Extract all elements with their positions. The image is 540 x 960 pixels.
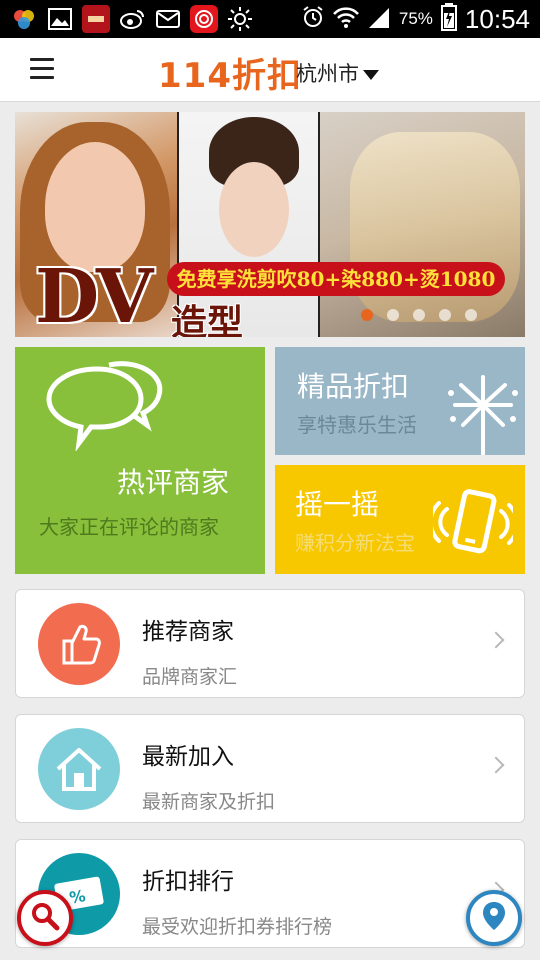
list-item-title: 折扣排行 <box>142 869 234 895</box>
menu-button[interactable] <box>30 58 70 84</box>
app-icon <box>10 5 38 33</box>
pagination-dot[interactable] <box>387 309 399 321</box>
pagination-dot[interactable] <box>361 309 373 321</box>
banner-photo <box>320 112 525 337</box>
chevron-right-icon <box>487 631 505 649</box>
list-item-title: 推荐商家 <box>142 619 234 645</box>
location-button[interactable] <box>466 890 522 946</box>
tile-subtitle: 享特惠乐生活 <box>297 413 417 437</box>
city-selector[interactable]: 杭州市 <box>296 58 379 88</box>
thumbs-up-icon <box>38 603 120 685</box>
premium-discount-tile[interactable]: 精品折扣 享特惠乐生活 <box>275 347 525 457</box>
pagination-dot[interactable] <box>439 309 451 321</box>
hot-reviews-tile[interactable]: 热评商家 大家正在评论的商家 <box>15 347 265 574</box>
caret-down-icon <box>363 70 379 80</box>
shake-tile[interactable]: 摇一摇 赚积分新法宝 <box>275 465 525 574</box>
weibo-icon <box>118 5 146 33</box>
tile-subtitle: 赚积分新法宝 <box>295 531 415 555</box>
promo-banner[interactable]: 免费享洗剪吹80+染880+烫1080 DV 造型 <box>15 112 525 337</box>
tile-title: 热评商家 <box>117 466 230 499</box>
pagination-dot[interactable] <box>413 309 425 321</box>
alarm-icon <box>301 5 325 33</box>
banner-pagination <box>361 309 477 321</box>
app-logo: 114折扣 <box>158 56 302 96</box>
location-pin-icon <box>481 900 507 936</box>
search-button[interactable] <box>17 890 73 946</box>
banner-promo-text: 免费享洗剪吹80+染880+烫1080 <box>167 262 505 296</box>
tile-subtitle: 大家正在评论的商家 <box>39 515 219 539</box>
sparkle-icon <box>447 371 519 459</box>
pagination-dot[interactable] <box>465 309 477 321</box>
phone-shake-icon <box>428 489 520 561</box>
battery-percent: 75% <box>398 9 433 28</box>
brightness-icon <box>226 5 254 33</box>
svg-text:%: % <box>68 886 87 907</box>
chevron-right-icon <box>487 756 505 774</box>
gallery-icon <box>46 5 74 33</box>
list-item-title: 最新加入 <box>142 744 234 770</box>
search-icon <box>30 901 60 935</box>
app-icon <box>82 5 110 33</box>
system-icons: 75% 10:54 <box>301 0 530 38</box>
app-header: 114折扣 杭州市 <box>0 38 540 102</box>
wifi-icon <box>332 6 359 32</box>
banner-subtitle: 造型 <box>171 302 244 337</box>
list-item-recommended[interactable]: 推荐商家 品牌商家汇 <box>15 589 525 698</box>
clock: 10:54 <box>464 3 530 34</box>
list-item-newest[interactable]: 最新加入 最新商家及折扣 <box>15 714 525 823</box>
tile-title: 摇一摇 <box>295 488 380 521</box>
list-item-subtitle: 品牌商家汇 <box>142 666 238 688</box>
list-item-subtitle: 最新商家及折扣 <box>142 791 276 813</box>
list-item-subtitle: 最受欢迎折扣券排行榜 <box>142 916 333 938</box>
mail-icon <box>154 5 182 33</box>
banner-title: DV <box>35 254 153 337</box>
status-bar: 75% 10:54 <box>0 0 540 38</box>
battery-icon <box>440 3 457 35</box>
notification-icons <box>10 5 254 33</box>
house-icon <box>38 728 120 810</box>
app-icon <box>190 5 218 33</box>
list-item-ranking[interactable]: % 折扣排行 最受欢迎折扣券排行榜 <box>15 839 525 948</box>
signal-icon <box>367 6 391 32</box>
tile-title: 精品折扣 <box>297 370 410 403</box>
city-label: 杭州市 <box>296 62 359 86</box>
chat-bubbles-icon <box>39 361 169 455</box>
